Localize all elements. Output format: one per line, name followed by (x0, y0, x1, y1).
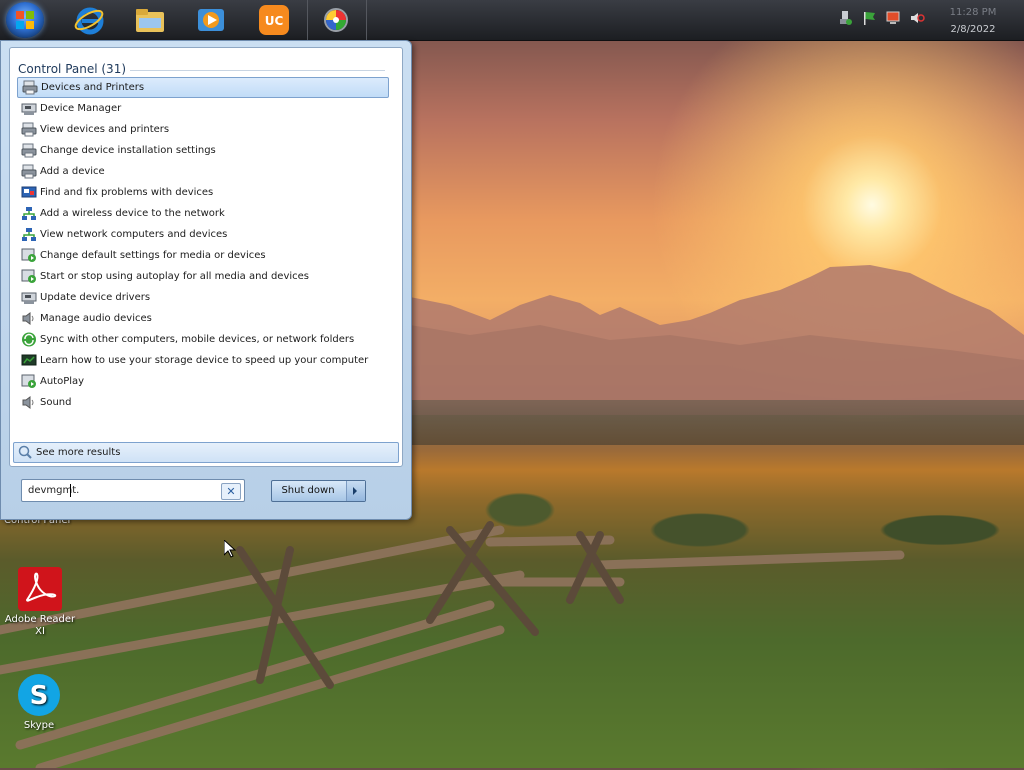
taskbar: UC 11:28 PM 2/8/2022 (0, 0, 1024, 41)
devices-printers-icon (22, 80, 38, 95)
troubleshoot-icon (21, 185, 37, 200)
search-result-item[interactable]: View devices and printers (17, 119, 389, 140)
search-result-label: Add a wireless device to the network (40, 208, 225, 219)
see-more-results-button[interactable]: See more results (13, 442, 399, 463)
search-result-item[interactable]: Learn how to use your storage device to … (17, 350, 389, 371)
start-search-input[interactable]: devmgmt. ✕ (21, 479, 245, 502)
search-result-item[interactable]: Start or stop using autoplay for all med… (17, 266, 389, 287)
text-cursor (70, 484, 71, 497)
autoplay-icon (21, 248, 37, 263)
taskbar-app-media-player[interactable] (193, 2, 229, 38)
search-input-value: devmgmt. (28, 485, 80, 496)
wallpaper-treeline (410, 400, 1024, 445)
search-result-item[interactable]: Manage audio devices (17, 308, 389, 329)
taskbar-separator (307, 0, 308, 40)
adobe-reader-icon (17, 566, 63, 612)
device-manager-icon (21, 101, 37, 116)
desktop-icon-skype[interactable]: S Skype (1, 672, 77, 732)
file-explorer-icon (136, 9, 164, 32)
uc-browser-icon: UC (259, 5, 289, 35)
search-result-label: View network computers and devices (40, 229, 228, 240)
volume-icon[interactable] (909, 10, 925, 26)
desktop-icon-adobe-reader[interactable]: Adobe Reader XI (2, 566, 78, 638)
taskbar-app-file-explorer[interactable] (132, 2, 168, 38)
see-more-label: See more results (36, 447, 121, 458)
devices-printers-icon (21, 143, 37, 158)
search-result-label: Devices and Printers (41, 82, 145, 93)
media-center-icon (324, 8, 348, 32)
mouse-pointer-icon (224, 540, 236, 558)
search-result-item[interactable]: View network computers and devices (17, 224, 389, 245)
skype-icon: S (16, 672, 62, 718)
network-icon (21, 206, 37, 221)
clear-search-icon[interactable]: ✕ (221, 483, 241, 500)
search-result-item[interactable]: Add a wireless device to the network (17, 203, 389, 224)
search-result-label: Sound (40, 397, 72, 408)
search-result-item[interactable]: Change device installation settings (17, 140, 389, 161)
search-icon (18, 445, 32, 459)
devices-printers-icon (21, 122, 37, 137)
svg-text:S: S (30, 681, 49, 711)
search-result-label: Device Manager (40, 103, 122, 114)
header-divider (130, 70, 385, 71)
shutdown-options-arrow-icon[interactable] (346, 481, 365, 501)
search-result-label: AutoPlay (40, 376, 85, 387)
taskbar-app-internet-explorer[interactable] (71, 2, 107, 38)
search-results-list: Devices and Printers Device Manager View d… (17, 77, 389, 413)
taskbar-separator (366, 0, 367, 40)
clock-time: 11:28 PM (949, 7, 997, 18)
desktop-icon-label: Skype (23, 720, 55, 731)
devices-printers-icon (21, 164, 37, 179)
shutdown-button[interactable]: Shut down (271, 480, 366, 502)
clock-date: 2/8/2022 (950, 24, 996, 35)
search-result-label: Find and fix problems with devices (40, 187, 214, 198)
taskbar-app-media-center[interactable] (318, 2, 354, 38)
search-result-item[interactable]: Add a device (17, 161, 389, 182)
wallpaper-mountains (410, 265, 1024, 415)
start-button[interactable] (6, 2, 44, 38)
readyboost-icon (21, 353, 37, 368)
speaker-icon (21, 311, 37, 326)
search-result-label: Change device installation settings (40, 145, 216, 156)
results-group-header[interactable]: Control Panel (31) (18, 62, 126, 76)
start-menu: Control Panel (31) Devices and Printers D… (0, 40, 412, 520)
search-result-label: Learn how to use your storage device to … (40, 355, 369, 366)
autoplay-icon (21, 269, 37, 284)
autoplay-icon (21, 374, 37, 389)
usb-safely-remove-icon[interactable] (837, 10, 853, 26)
action-center-flag-icon[interactable] (861, 10, 877, 26)
search-result-item[interactable]: AutoPlay (17, 371, 389, 392)
search-result-item[interactable]: Change default settings for media or dev… (17, 245, 389, 266)
search-result-item[interactable]: Sync with other computers, mobile device… (17, 329, 389, 350)
search-result-item[interactable]: Find and fix problems with devices (17, 182, 389, 203)
search-result-label: Start or stop using autoplay for all med… (40, 271, 310, 282)
windows-logo-icon (16, 11, 34, 29)
svg-text:UC: UC (265, 14, 284, 28)
search-result-item[interactable]: Sound (17, 392, 389, 413)
sync-center-icon (21, 332, 37, 347)
search-result-label: Sync with other computers, mobile device… (40, 334, 355, 345)
device-manager-icon (21, 290, 37, 305)
search-result-item[interactable]: Device Manager (17, 98, 389, 119)
search-result-label: Add a device (40, 166, 105, 177)
media-player-icon (198, 9, 224, 31)
speaker-icon (21, 395, 37, 410)
wallpaper-fence (0, 521, 905, 768)
search-result-item[interactable]: Devices and Printers (17, 77, 389, 98)
shutdown-label: Shut down (281, 485, 335, 496)
search-result-label: Manage audio devices (40, 313, 152, 324)
internet-explorer-icon (74, 7, 104, 35)
network-icon[interactable] (885, 10, 901, 26)
desktop-icon-label: Adobe Reader XI (4, 614, 76, 637)
search-result-label: View devices and printers (40, 124, 170, 135)
taskbar-app-uc-browser[interactable]: UC (256, 2, 292, 38)
search-result-label: Update device drivers (40, 292, 151, 303)
search-result-item[interactable]: Update device drivers (17, 287, 389, 308)
taskbar-clock[interactable]: 11:28 PM 2/8/2022 (938, 4, 1008, 38)
network-icon (21, 227, 37, 242)
search-result-label: Change default settings for media or dev… (40, 250, 266, 261)
